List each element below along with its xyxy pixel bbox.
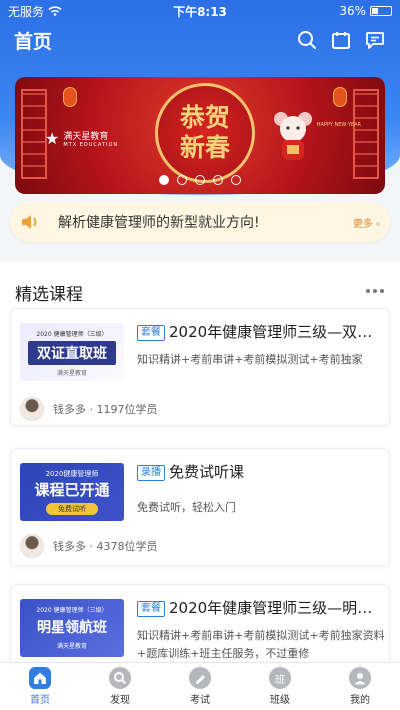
speaker-icon <box>22 215 37 229</box>
banner-window-right <box>353 89 379 179</box>
banner-logo: ★ 满天星教育 MTX EDUCATION <box>45 129 118 148</box>
battery-icon <box>370 6 392 16</box>
class-icon: 班 <box>269 667 291 689</box>
teacher-name: 钱多多 · 4378位学员 <box>53 540 158 553</box>
banner-greeting-line1: 恭贺 <box>179 103 230 132</box>
banner-logo-subtitle: MTX EDUCATION <box>63 142 119 148</box>
course-card[interactable]: 2020 健康管理师（三级） 双证直取班 满天星教育 套餐 2020年健康管理师… <box>10 308 390 426</box>
tab-class[interactable]: 班 班级 <box>240 663 320 710</box>
thumb-sub-text: 满天星教育 <box>56 370 87 377</box>
notice-text: 解析健康管理师的新型就业方向! <box>58 215 260 231</box>
banner-dot[interactable] <box>177 175 187 185</box>
tab-exam[interactable]: 考试 <box>160 663 240 710</box>
banner-pagination <box>15 175 385 185</box>
lantern-icon <box>333 87 347 107</box>
avatar <box>20 534 44 558</box>
banner-greeting: 恭贺 新春 <box>180 103 230 163</box>
tab-label: 发现 <box>110 695 130 706</box>
teacher-name: 钱多多 · 1197位学员 <box>53 403 158 416</box>
tab-label: 班级 <box>270 695 290 706</box>
exam-icon <box>189 667 211 689</box>
course-type-badge: 录播 <box>137 465 165 481</box>
thumb-top-text: 2020 健康管理师（三级） <box>36 607 108 614</box>
tab-home[interactable]: 首页 <box>0 663 80 710</box>
teacher-name-text: 钱多多 <box>53 540 86 553</box>
banner-dot[interactable] <box>159 175 169 185</box>
bottom-tab-bar: 首页 发现 考试 班 班级 我的 <box>0 662 400 710</box>
student-count: 4378位学员 <box>96 540 158 553</box>
notice-bar[interactable]: 解析健康管理师的新型就业方向! 更多 › <box>10 202 390 242</box>
banner-logo-title: 满天星教育 <box>63 132 109 142</box>
message-icon[interactable] <box>364 29 386 51</box>
course-card[interactable]: 2020健康管理师 课程已开通 免费试听 录播 免费试听课 免费试听，轻松入门 … <box>10 448 390 566</box>
course-type-badge: 套餐 <box>137 325 165 341</box>
course-title: 免费试听课 <box>169 463 245 481</box>
thumb-main-text: 双证直取班 <box>28 341 116 365</box>
lantern-icon <box>63 87 77 107</box>
banner-dot[interactable] <box>231 175 241 185</box>
more-options-icon[interactable] <box>366 289 384 293</box>
search-icon[interactable] <box>296 29 318 51</box>
thumb-sub-text: 满天星教育 <box>56 643 87 650</box>
mouse-mascot-icon <box>274 112 312 160</box>
banner-dot[interactable] <box>213 175 223 185</box>
status-bar: 无服务 下午8:13 36% <box>0 0 400 22</box>
battery-fill <box>372 8 379 14</box>
thumb-main-text: 明星领航班 <box>37 620 107 636</box>
course-thumbnail: 2020 健康管理师（三级） 双证直取班 满天星教育 <box>20 323 124 381</box>
course-title: 2020年健康管理师三级—双证直取班 <box>169 323 385 341</box>
course-description: 免费试听，轻松入门 <box>137 501 236 514</box>
course-thumbnail: 2020健康管理师 课程已开通 免费试听 <box>20 463 124 521</box>
course-teacher: 钱多多 · 4378位学员 <box>20 534 158 558</box>
calendar-icon[interactable] <box>330 29 352 51</box>
notice-more-link[interactable]: 更多 › <box>353 215 380 230</box>
profile-icon <box>349 667 371 689</box>
course-thumbnail: 2020 健康管理师（三级） 明星领航班 满天星教育 <box>20 599 124 657</box>
featured-courses-section: 精选课程 2020 健康管理师（三级） 双证直取班 满天星教育 套餐 2020年… <box>0 262 400 710</box>
avatar <box>20 397 44 421</box>
banner-dot[interactable] <box>195 175 205 185</box>
discover-icon <box>109 667 131 689</box>
home-icon <box>29 667 51 689</box>
thumb-main-text: 课程已开通 <box>34 481 110 499</box>
page-title: 首页 <box>14 30 53 53</box>
banner-logo-text: 满天星教育 MTX EDUCATION <box>63 129 118 148</box>
thumb-top-text: 2020 健康管理师（三级） <box>36 331 108 338</box>
status-time: 下午8:13 <box>173 4 227 19</box>
banner-greeting-line2: 新春 <box>179 133 230 162</box>
course-description: 知识精讲+考前串讲+考前模拟测试+考前独家资料+题库训练+班主任服务，不过重修 <box>137 629 385 660</box>
star-icon: ★ <box>45 129 60 148</box>
banner-window-left <box>21 89 47 179</box>
promo-banner[interactable]: ★ 满天星教育 MTX EDUCATION 恭贺 新春 HAPPY NEW YEA… <box>15 77 385 194</box>
student-count: 1197位学员 <box>96 403 158 416</box>
tab-label: 首页 <box>30 695 50 706</box>
banner-happy-text: HAPPY NEW YEAR <box>316 122 361 128</box>
tab-label: 考试 <box>190 695 210 706</box>
course-teacher: 钱多多 · 1197位学员 <box>20 397 158 421</box>
top-nav: 首页 <box>0 22 400 58</box>
nav-actions <box>296 29 386 51</box>
teacher-name-text: 钱多多 <box>53 403 86 416</box>
course-title: 2020年健康管理师三级—明星领航班 <box>169 599 385 617</box>
section-title: 精选课程 <box>15 285 83 305</box>
tab-profile[interactable]: 我的 <box>320 663 400 710</box>
thumb-sub-text: 免费试听 <box>46 503 98 515</box>
course-type-badge: 套餐 <box>137 601 165 617</box>
course-description: 知识精讲+考前串讲+考前模拟测试+考前独家 <box>137 353 363 366</box>
tab-discover[interactable]: 发现 <box>80 663 160 710</box>
banner-medal: 恭贺 新春 <box>155 83 255 183</box>
tab-label: 我的 <box>350 695 370 706</box>
thumb-top-text: 2020健康管理师 <box>45 470 99 478</box>
